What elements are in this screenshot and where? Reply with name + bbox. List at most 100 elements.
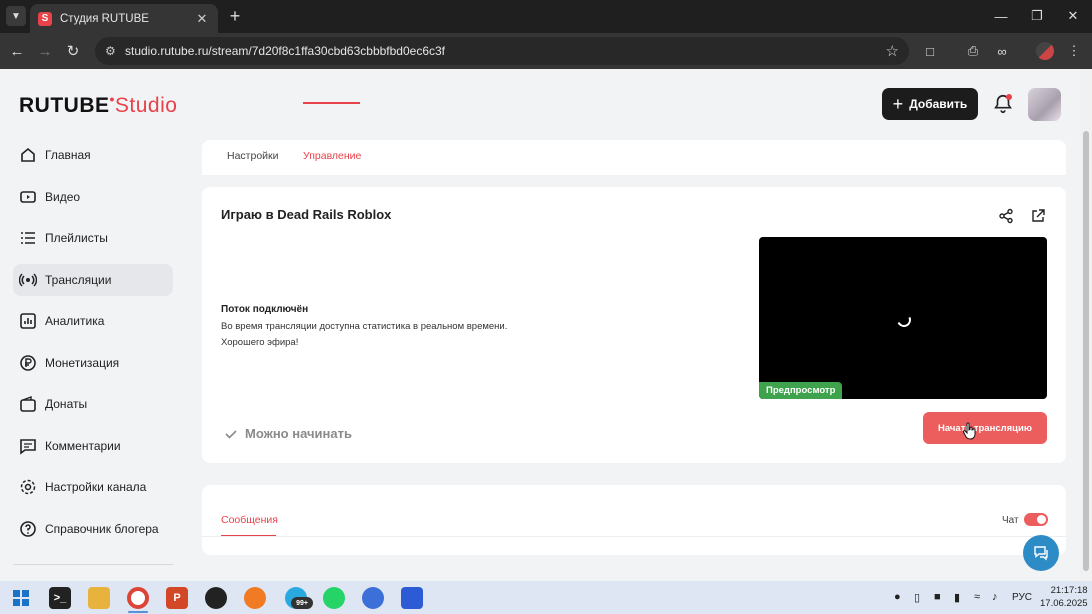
scrollbar-thumb[interactable] — [1083, 131, 1089, 571]
tab-manage[interactable]: Управление — [303, 150, 361, 162]
sidebar-item-label: Плейлисты — [45, 231, 108, 245]
active-tab-underline — [303, 102, 360, 104]
monetization-icon — [20, 354, 36, 371]
browser-tab[interactable]: S Студия RUTUBE ✕ — [30, 4, 218, 33]
support-chat-button[interactable] — [1023, 535, 1059, 571]
sidebar-item-label: Настройки канала — [45, 480, 147, 494]
tab-title: Студия RUTUBE — [60, 12, 149, 25]
extensions-icon[interactable]: □ — [920, 41, 940, 61]
sidebar-item-label: Аналитика — [45, 314, 105, 328]
window-close-icon[interactable]: ✕ — [1056, 6, 1090, 26]
sidebar-item-analytics[interactable]: Аналитика — [13, 305, 173, 337]
browser-tab-bar: ▼ S Студия RUTUBE ✕ + — ❐ ✕ — [0, 0, 1092, 33]
sidebar-item-comments[interactable]: Комментарии — [13, 430, 173, 462]
chat-bubble-icon — [1034, 546, 1048, 561]
page: RUTUBE • Studio + Добавить Главная Видео… — [0, 69, 1080, 581]
terminal-app-icon[interactable]: >_ — [49, 587, 71, 609]
obs-icon[interactable] — [205, 587, 227, 609]
tab-list-icon[interactable]: ▼ — [6, 6, 26, 26]
checkmark-icon — [225, 429, 237, 439]
tray-app-icon[interactable]: ● — [894, 591, 901, 603]
start-stream-button[interactable]: Начать трансляцию — [923, 412, 1047, 444]
stream-card: Играю в Dead Rails Roblox Поток подключё… — [202, 187, 1066, 463]
new-tab-button[interactable]: + — [225, 6, 245, 26]
page-scrollbar[interactable] — [1080, 69, 1092, 581]
sidebar-item-label: Видео — [45, 189, 81, 204]
sidebar-item-help[interactable]: Справочник блогера — [13, 513, 173, 545]
status-line: Во время трансляции доступна статистика … — [221, 321, 508, 332]
sidebar-item-label: Донаты — [45, 397, 88, 411]
plus-icon: + — [892, 93, 904, 114]
windows-start-icon[interactable] — [10, 587, 32, 609]
ready-status: Можно начинать — [224, 426, 352, 441]
keyboard-language[interactable]: РУС — [1012, 592, 1032, 603]
minimize-icon[interactable]: — — [984, 6, 1018, 26]
toggle-knob — [1037, 515, 1046, 524]
app-header: RUTUBE • Studio + Добавить — [0, 69, 1080, 141]
url-text[interactable]: studio.rutube.ru/stream/7d20f8c1ffa30cbd… — [125, 44, 886, 58]
back-icon[interactable]: ← — [6, 40, 28, 62]
notification-count-badge: 99+ — [291, 597, 313, 609]
print-icon[interactable]: ⎙ — [963, 41, 983, 61]
powerpoint-icon[interactable]: P — [166, 587, 188, 609]
site-info-icon[interactable]: ⚙ — [105, 44, 123, 58]
clock-date: 17.06.2025 — [1040, 598, 1088, 609]
reload-icon[interactable]: ↻ — [62, 40, 84, 62]
menu-icon[interactable]: ⋮ — [1064, 41, 1084, 61]
sidebar-item-video[interactable]: Видео — [13, 181, 173, 213]
chrome-icon[interactable] — [127, 587, 149, 609]
volume-icon[interactable]: ♪ — [992, 591, 998, 603]
sidebar-item-donations[interactable]: Донаты — [13, 388, 173, 420]
microphone-icon[interactable]: ■ — [934, 591, 941, 603]
wifi-icon[interactable]: ≈ — [974, 591, 980, 603]
restore-icon[interactable]: ❐ — [1020, 6, 1054, 26]
sidebar-item-label: Монетизация — [45, 355, 120, 370]
sidebar: Главная Видео Плейлисты Трансляции Анали… — [13, 139, 173, 554]
link-icon[interactable]: ∞ — [992, 41, 1012, 61]
whatsapp-icon[interactable] — [323, 587, 345, 609]
notification-dot — [1006, 94, 1012, 100]
stream-preview[interactable]: Предпросмотр — [759, 237, 1047, 399]
wallet-icon — [20, 395, 36, 412]
add-button-label: Добавить — [909, 97, 968, 111]
settings-icon — [20, 479, 36, 495]
video-icon — [20, 190, 36, 203]
sidebar-divider — [13, 564, 173, 565]
sidebar-item-label: Главная — [45, 148, 91, 162]
close-icon[interactable]: ✕ — [194, 11, 210, 27]
stream-status-title: Поток подключён — [221, 304, 309, 315]
clock-time: 21:17:18 — [1050, 585, 1088, 596]
external-link-icon[interactable] — [1030, 208, 1046, 224]
chat-toggle[interactable] — [1024, 513, 1048, 526]
battery-icon[interactable]: ▮ — [954, 591, 960, 604]
roblox-icon[interactable] — [401, 587, 423, 609]
stream-title: Играю в Dead Rails Roblox — [221, 207, 392, 222]
profile-icon[interactable] — [1036, 42, 1054, 60]
file-explorer-icon[interactable] — [88, 587, 110, 609]
tab-settings[interactable]: Настройки — [227, 150, 279, 162]
usb-icon[interactable]: ▯ — [914, 591, 920, 604]
forward-icon[interactable]: → — [34, 40, 56, 62]
share-icon[interactable] — [998, 208, 1014, 224]
address-bar[interactable]: ⚙ studio.rutube.ru/stream/7d20f8c1ffa30c… — [95, 37, 909, 65]
stream-status-description: Во время трансляции доступна статистика … — [221, 319, 561, 351]
tab-messages[interactable]: Сообщения — [221, 514, 278, 526]
add-button[interactable]: + Добавить — [882, 88, 978, 120]
rutube-studio-logo[interactable]: RUTUBE • Studio — [19, 91, 177, 118]
chat-divider — [202, 536, 1066, 537]
os-taskbar: >_ P 99+ ● ▯ ■ ▮ ≈ ♪ РУС 21:17:18 17.06.… — [0, 581, 1092, 614]
sidebar-item-label: Справочник блогера — [45, 521, 159, 536]
preview-badge: Предпросмотр — [759, 382, 843, 399]
app-store-icon[interactable] — [362, 587, 384, 609]
chat-toggle-label: Чат — [1002, 515, 1019, 526]
sidebar-item-monetization[interactable]: Монетизация — [13, 347, 173, 379]
bookmark-star-icon[interactable]: ☆ — [886, 42, 899, 60]
sidebar-item-playlists[interactable]: Плейлисты — [13, 222, 173, 254]
sidebar-item-home[interactable]: Главная — [13, 139, 173, 171]
avatar[interactable] — [1028, 88, 1061, 121]
chat-card: Сообщения Чат — [202, 485, 1066, 555]
sidebar-item-channel-settings[interactable]: Настройки канала — [13, 471, 173, 503]
sidebar-item-broadcasts[interactable]: Трансляции — [13, 263, 173, 296]
app-icon[interactable] — [244, 587, 266, 609]
system-clock[interactable]: 21:17:18 17.06.2025 — [1040, 584, 1088, 610]
